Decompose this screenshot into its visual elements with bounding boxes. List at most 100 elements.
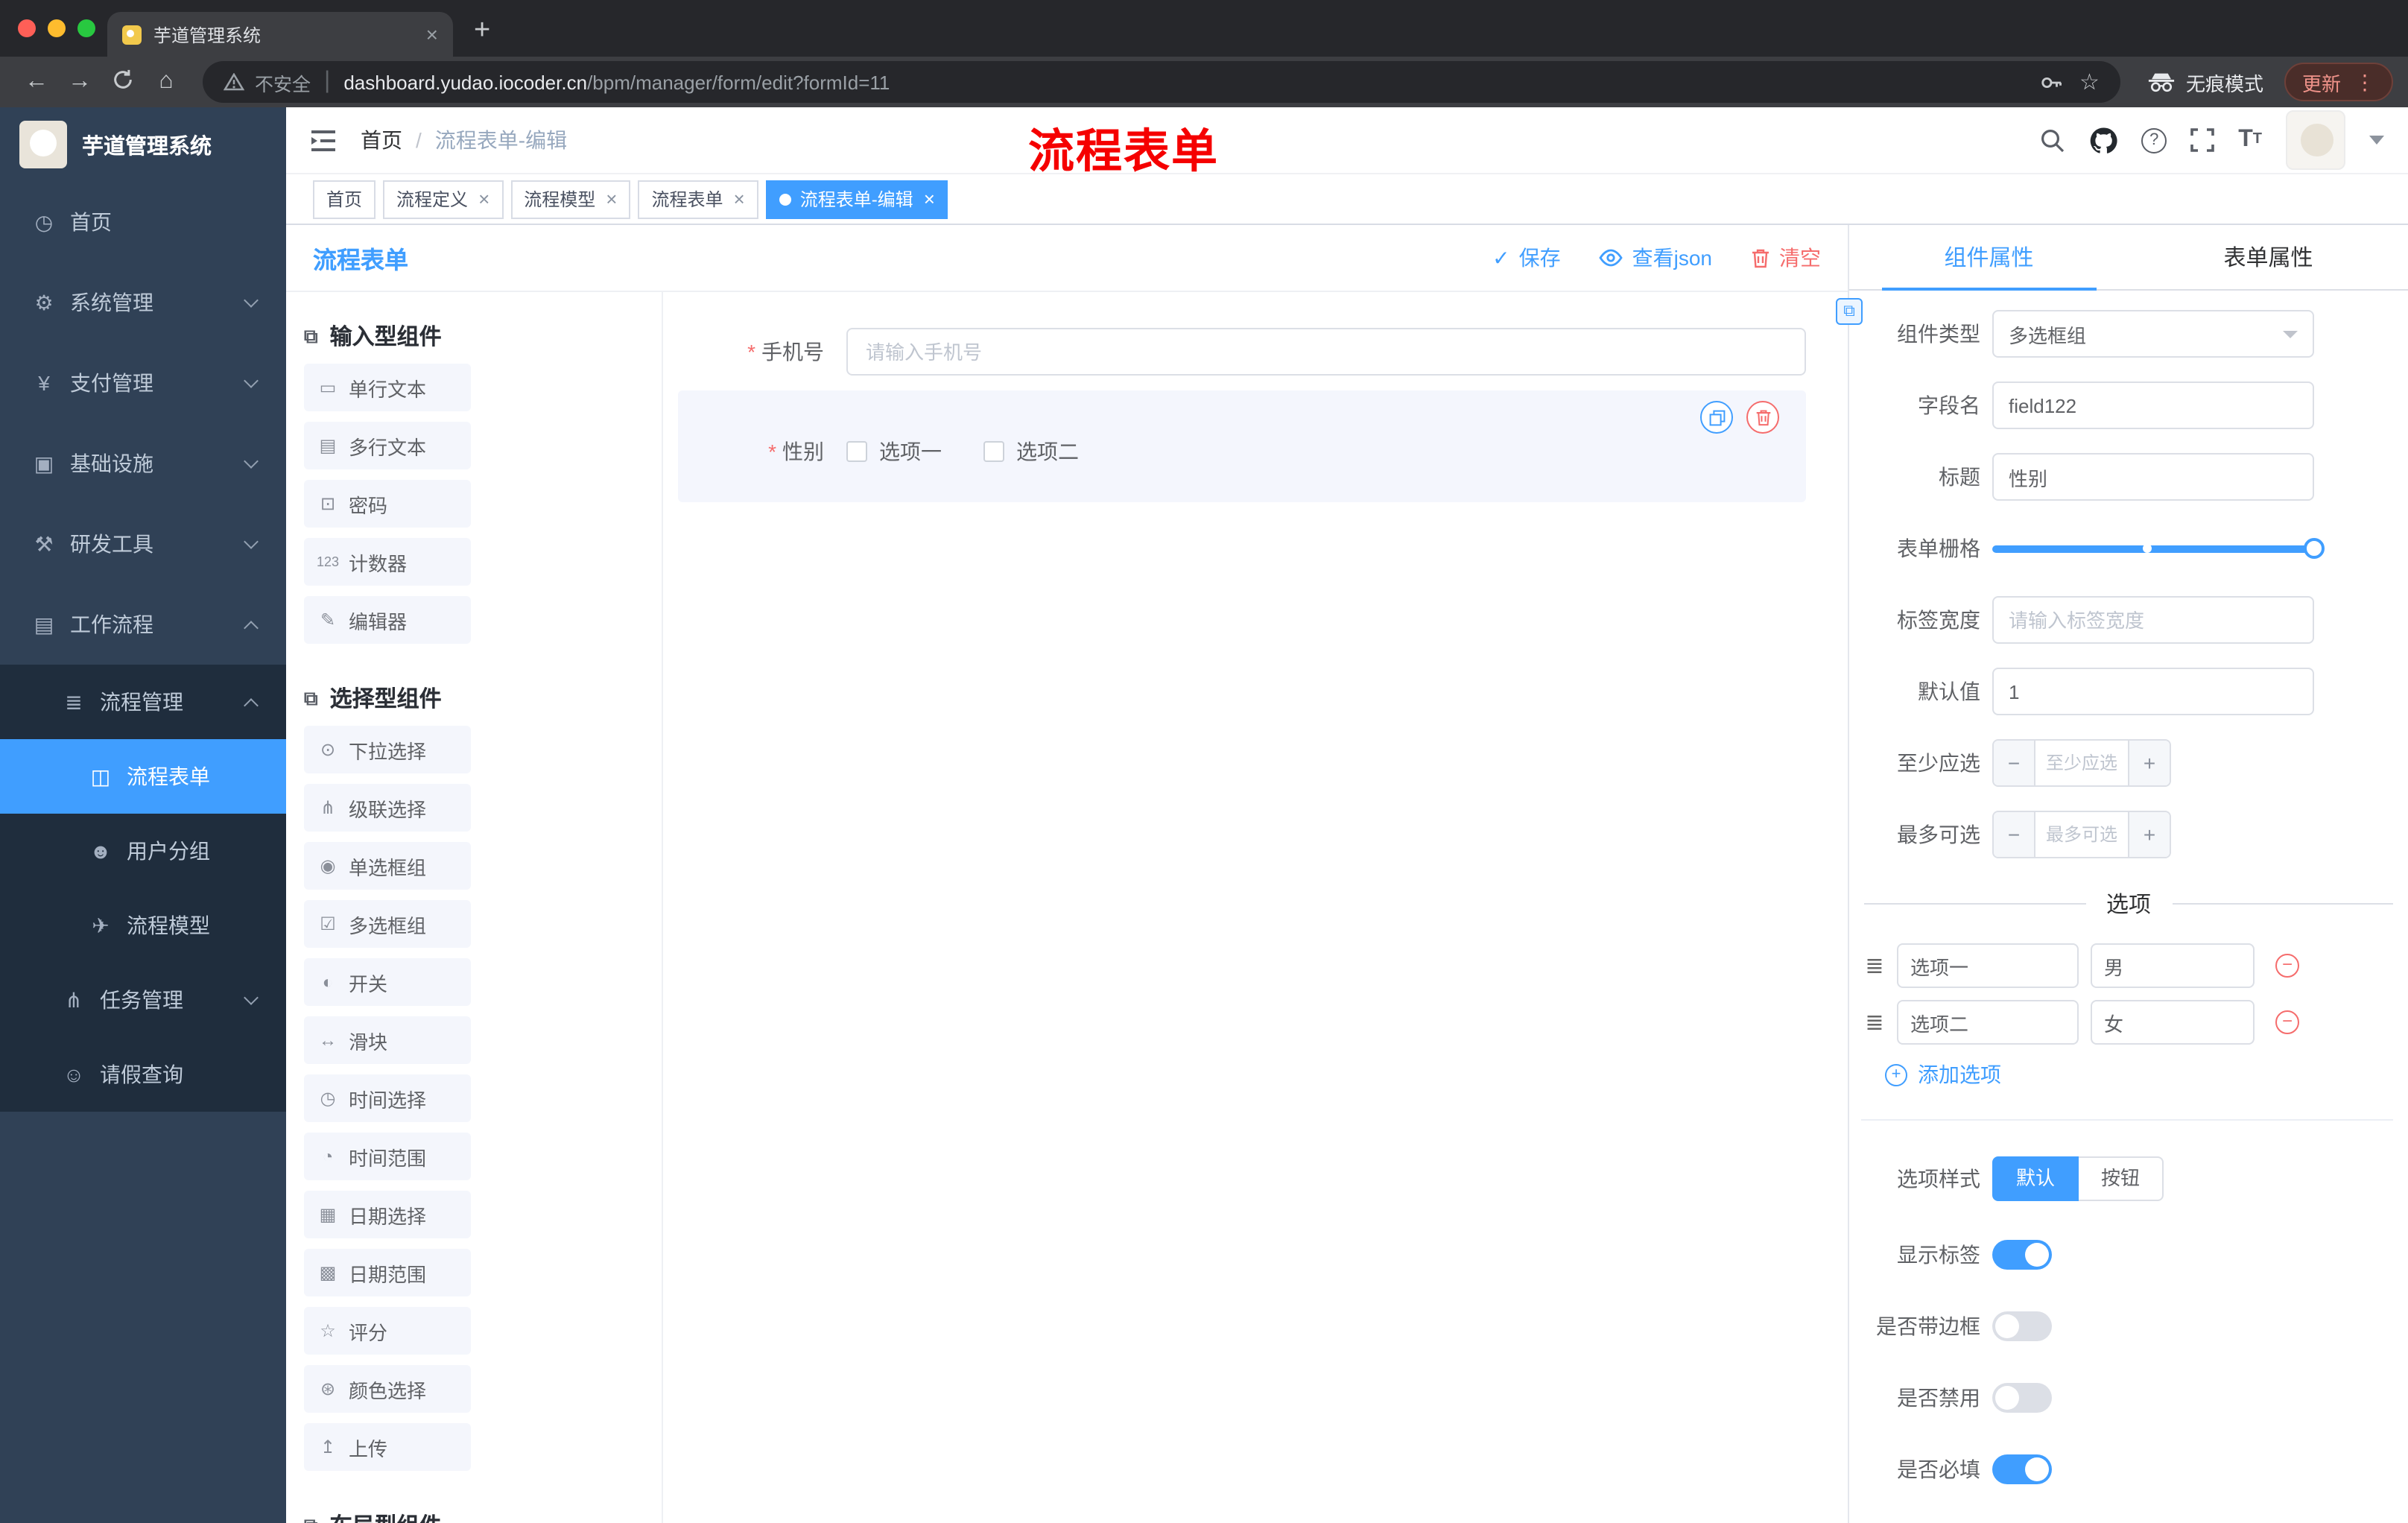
- home-button[interactable]: ⌂: [145, 69, 188, 94]
- component-chip-switch[interactable]: ◐ 开关: [304, 958, 471, 1006]
- breadcrumb-home[interactable]: 首页: [361, 125, 402, 155]
- gender-field-block-selected[interactable]: 性别 选项一 选项二: [678, 390, 1806, 502]
- font-size-button[interactable]: TT: [2238, 127, 2262, 152]
- component-chip-slider[interactable]: ↔ 滑块: [304, 1016, 471, 1064]
- password-key-icon[interactable]: [2039, 71, 2062, 93]
- option-value-input[interactable]: [2091, 943, 2255, 988]
- component-chip-date-range[interactable]: ▩ 日期范围: [304, 1249, 471, 1296]
- component-chip-color-picker[interactable]: ⊛ 颜色选择: [304, 1365, 471, 1413]
- component-chip-time-range[interactable]: ◔ 时间范围: [304, 1133, 471, 1180]
- default-value-input[interactable]: [1992, 668, 2314, 715]
- component-chip-password[interactable]: ⊡ 密码: [304, 480, 471, 528]
- clear-button[interactable]: 清空: [1751, 243, 1821, 273]
- title-input[interactable]: [1992, 453, 2314, 501]
- fullscreen-button[interactable]: [2190, 128, 2215, 152]
- remove-option-button[interactable]: −: [2275, 954, 2299, 978]
- tag-home[interactable]: 首页: [313, 180, 376, 218]
- browser-menu-icon[interactable]: ⋮: [2354, 69, 2375, 95]
- forward-button[interactable]: →: [58, 69, 101, 94]
- security-warning-icon[interactable]: [224, 73, 244, 91]
- sidebar-item-system[interactable]: ⚙ 系统管理: [0, 262, 286, 343]
- add-option-button[interactable]: + 添加选项: [1885, 1060, 2408, 1089]
- tab-close-icon[interactable]: ×: [426, 24, 438, 45]
- back-button[interactable]: ←: [15, 69, 58, 94]
- component-chip-editor[interactable]: ✎ 编辑器: [304, 596, 471, 644]
- sidebar-item-task-management[interactable]: ⋔ 任务管理: [0, 963, 286, 1037]
- field-name-input[interactable]: [1992, 381, 2314, 429]
- component-chip-cascader[interactable]: ⋔ 级联选择: [304, 784, 471, 832]
- style-button-button[interactable]: 按钮: [2079, 1156, 2164, 1201]
- component-type-select[interactable]: 多选框组: [1992, 310, 2314, 358]
- required-switch[interactable]: [1992, 1454, 2052, 1484]
- option-label-input[interactable]: [1897, 1000, 2079, 1045]
- sidebar-item-user-group[interactable]: ☻ 用户分组: [0, 814, 286, 888]
- link-icon[interactable]: ⧉: [1836, 298, 1863, 325]
- component-chip-time-picker[interactable]: ◷ 时间选择: [304, 1074, 471, 1122]
- option-label-input[interactable]: [1897, 943, 2079, 988]
- decrease-button[interactable]: −: [1994, 741, 2035, 785]
- increase-button[interactable]: +: [2128, 741, 2170, 785]
- increase-button[interactable]: +: [2128, 812, 2170, 857]
- component-chip-radio-group[interactable]: ◉ 单选框组: [304, 842, 471, 890]
- border-switch[interactable]: [1992, 1311, 2052, 1341]
- close-icon[interactable]: ×: [924, 189, 935, 209]
- github-button[interactable]: [2089, 126, 2117, 154]
- tag-process-form[interactable]: 流程表单 ×: [638, 180, 758, 218]
- remove-option-button[interactable]: −: [2275, 1010, 2299, 1034]
- tag-process-form-edit[interactable]: 流程表单-编辑 ×: [765, 180, 948, 218]
- sidebar-item-process-model[interactable]: ✈ 流程模型: [0, 888, 286, 963]
- component-chip-single-text[interactable]: ▭ 单行文本: [304, 364, 471, 411]
- component-chip-date-picker[interactable]: ▦ 日期选择: [304, 1191, 471, 1238]
- bookmark-star-icon[interactable]: ☆: [2079, 71, 2100, 93]
- delete-component-button[interactable]: [1746, 401, 1779, 434]
- option-value-input[interactable]: [2091, 1000, 2255, 1045]
- checkbox-option1[interactable]: [846, 441, 867, 462]
- sidebar-collapse-button[interactable]: [310, 129, 337, 151]
- search-button[interactable]: [2040, 127, 2065, 153]
- drag-handle-icon[interactable]: ≣: [1861, 952, 1888, 979]
- slider-handle[interactable]: [2304, 538, 2325, 559]
- user-avatar[interactable]: [2286, 110, 2345, 170]
- component-chip-upload[interactable]: ↥ 上传: [304, 1423, 471, 1471]
- sidebar-item-process-form[interactable]: ◫ 流程表单: [0, 739, 286, 814]
- sidebar-item-process-management[interactable]: ≣ 流程管理: [0, 665, 286, 739]
- avatar-caret-icon[interactable]: [2369, 136, 2384, 145]
- sidebar-item-payment[interactable]: ¥ 支付管理: [0, 343, 286, 423]
- sidebar-item-devtools[interactable]: ⚒ 研发工具: [0, 504, 286, 584]
- tag-process-model[interactable]: 流程模型 ×: [510, 180, 631, 218]
- address-bar[interactable]: 不安全 | dashboard.yudao.iocoder.cn /bpm/ma…: [203, 61, 2120, 103]
- close-window-button[interactable]: [18, 19, 36, 37]
- component-chip-checkbox-group[interactable]: ☑ 多选框组: [304, 900, 471, 948]
- new-tab-button[interactable]: +: [474, 15, 490, 48]
- tab-component-props[interactable]: 组件属性: [1849, 225, 2129, 291]
- browser-update-button[interactable]: 更新 ⋮: [2284, 63, 2393, 101]
- close-icon[interactable]: ×: [478, 189, 489, 209]
- save-button[interactable]: ✓ 保存: [1492, 243, 1560, 273]
- sidebar-item-leave-query[interactable]: ☺ 请假查询: [0, 1037, 286, 1112]
- show-label-switch[interactable]: [1992, 1240, 2052, 1270]
- component-chip-rate[interactable]: ☆ 评分: [304, 1307, 471, 1355]
- decrease-button[interactable]: −: [1994, 812, 2035, 857]
- sidebar-item-workflow[interactable]: ▤ 工作流程: [0, 584, 286, 665]
- style-default-button[interactable]: 默认: [1992, 1156, 2079, 1201]
- reload-button[interactable]: [101, 68, 145, 96]
- browser-tab[interactable]: 芋道管理系统 ×: [107, 12, 453, 57]
- minimize-window-button[interactable]: [48, 19, 66, 37]
- max-select-input[interactable]: [2035, 812, 2128, 857]
- zoom-window-button[interactable]: [77, 19, 95, 37]
- sidebar-item-infra[interactable]: ▣ 基础设施: [0, 423, 286, 504]
- disabled-switch[interactable]: [1992, 1383, 2052, 1413]
- form-grid-slider[interactable]: [1992, 525, 2325, 572]
- component-chip-counter[interactable]: 123 计数器: [304, 538, 471, 586]
- label-width-input[interactable]: [1992, 596, 2314, 644]
- phone-input[interactable]: [846, 328, 1806, 376]
- copy-component-button[interactable]: [1700, 401, 1733, 434]
- view-json-button[interactable]: 查看json: [1599, 243, 1712, 273]
- close-icon[interactable]: ×: [734, 189, 745, 209]
- help-button[interactable]: ?: [2141, 127, 2167, 153]
- component-chip-select[interactable]: ⊙ 下拉选择: [304, 726, 471, 773]
- tab-form-props[interactable]: 表单属性: [2129, 225, 2408, 289]
- drag-handle-icon[interactable]: ≣: [1861, 1009, 1888, 1036]
- sidebar-item-home[interactable]: ◷ 首页: [0, 182, 286, 262]
- checkbox-option2[interactable]: [983, 441, 1004, 462]
